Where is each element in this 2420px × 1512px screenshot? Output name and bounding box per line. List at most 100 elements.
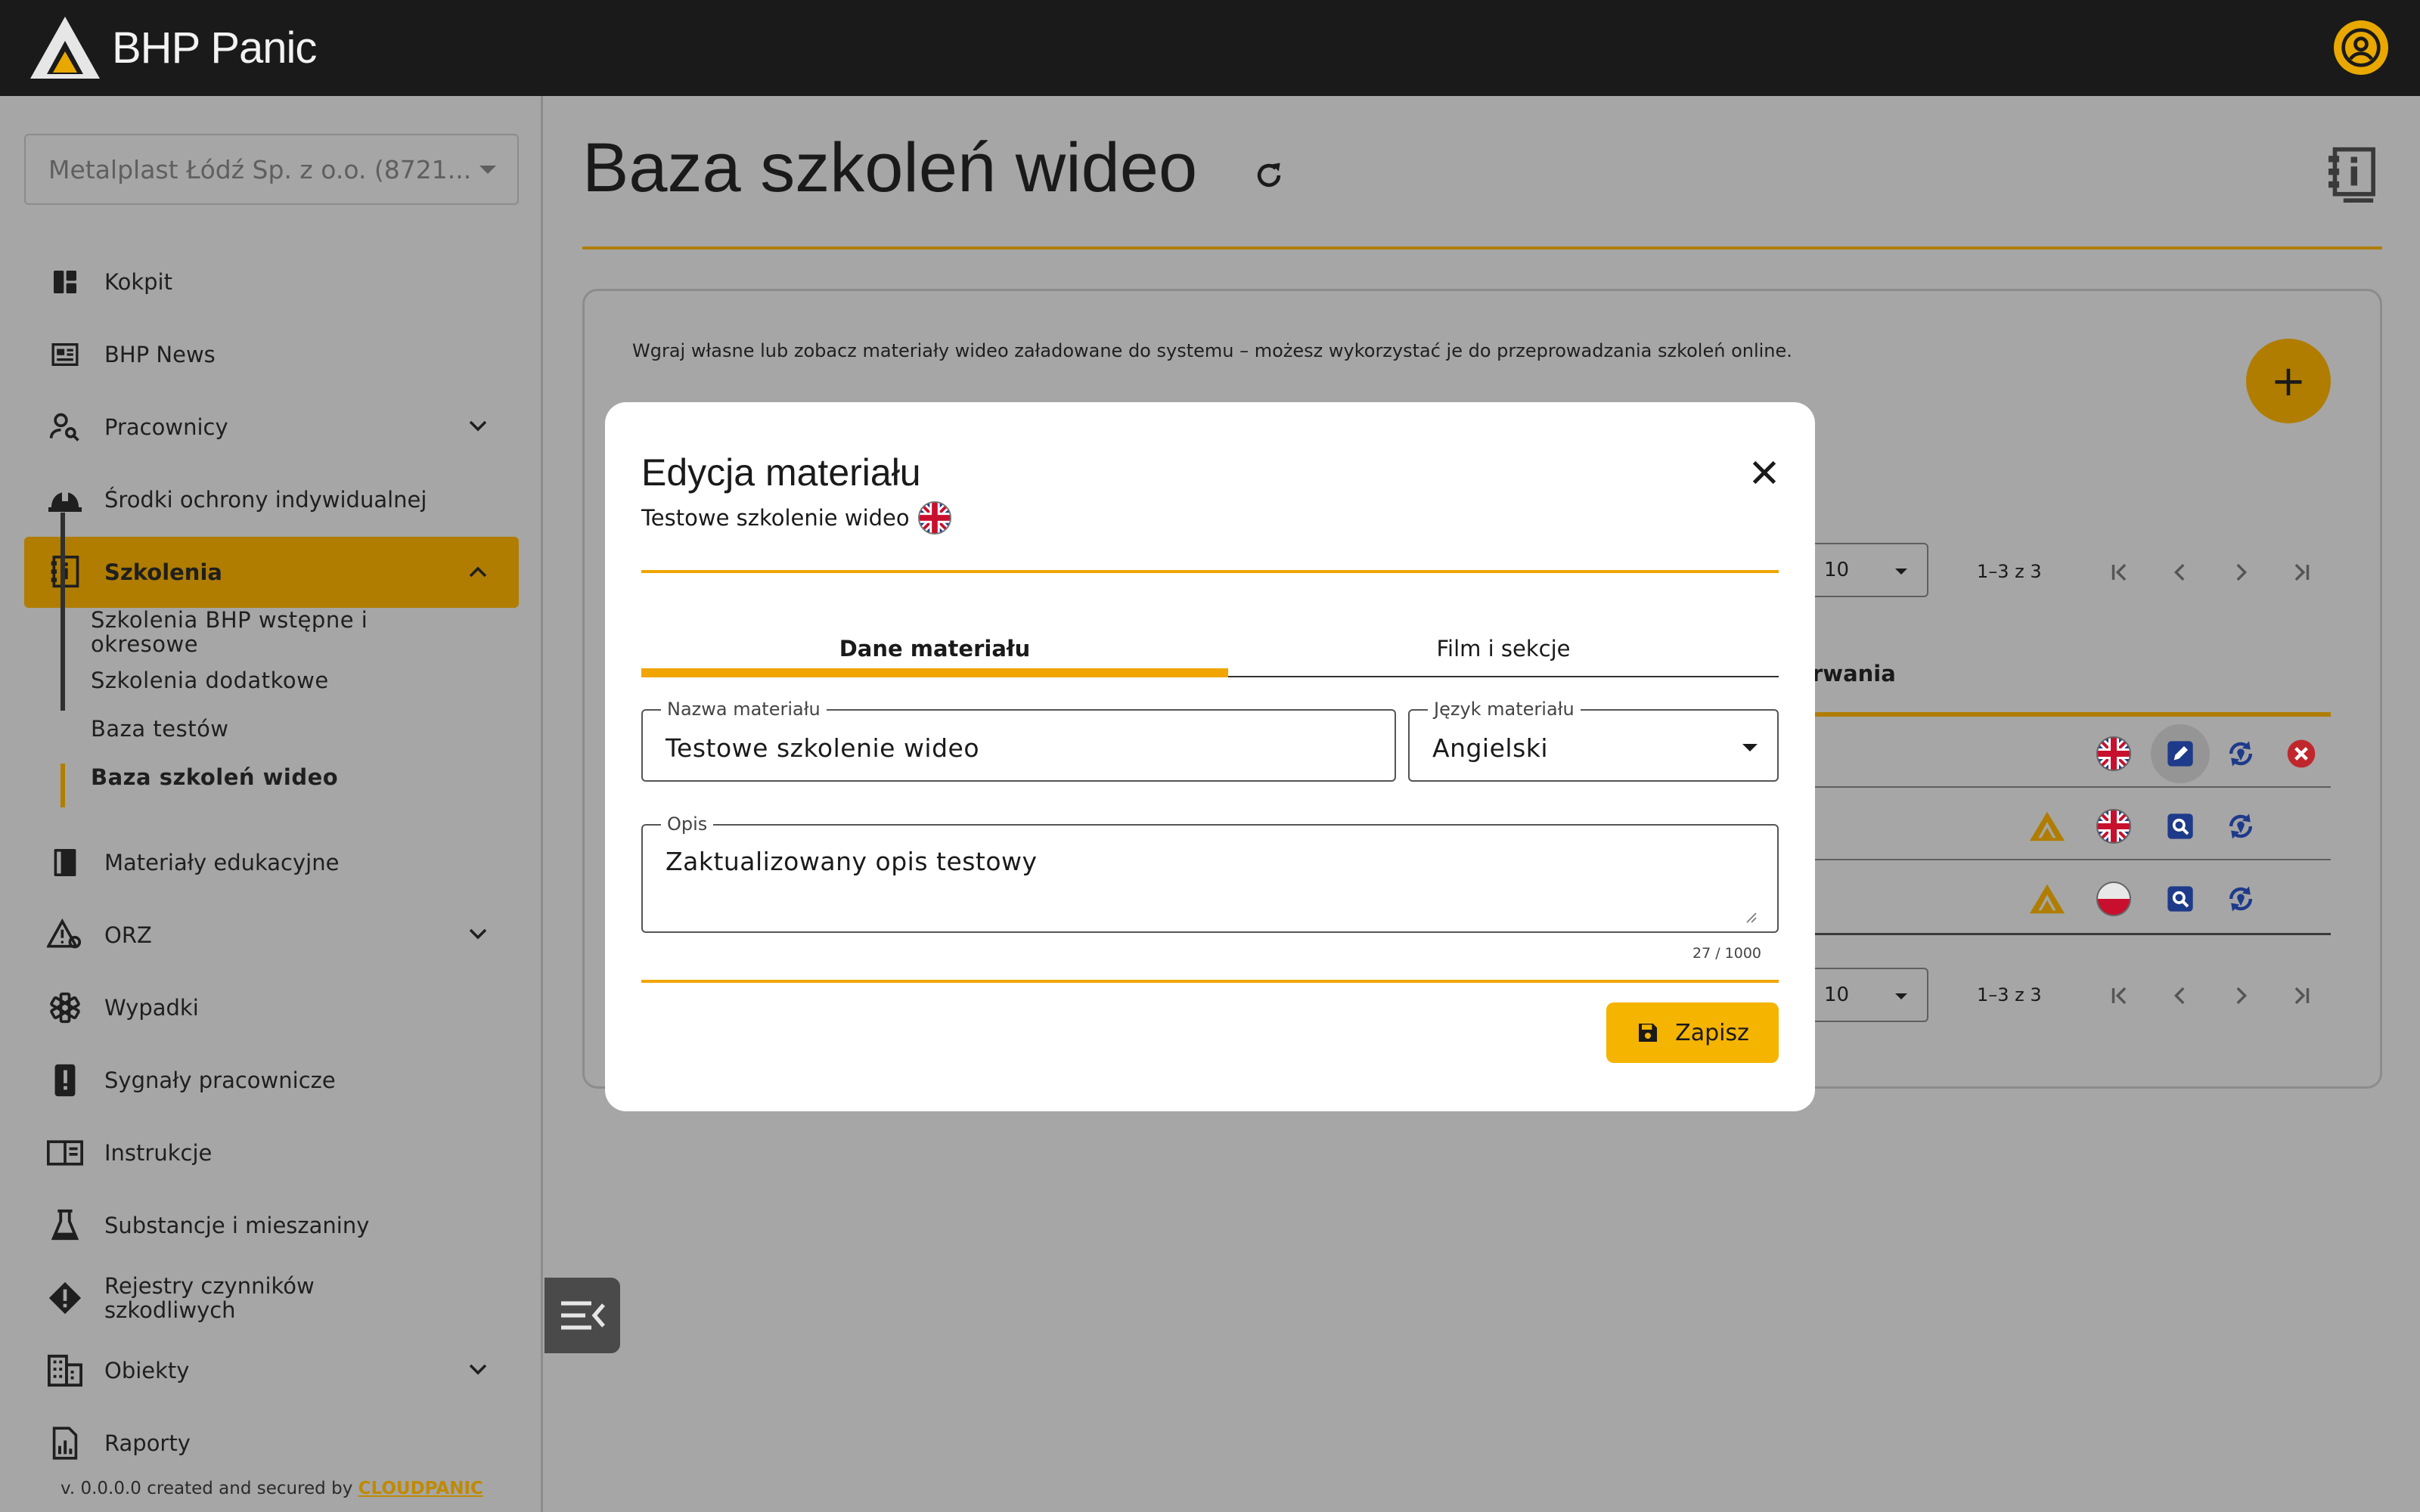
next-page-icon[interactable]: [2228, 559, 2254, 585]
helmet-icon: [45, 480, 85, 519]
subitem-baza-testow[interactable]: Baza testów: [91, 717, 229, 741]
sync-location-icon: [2229, 886, 2253, 912]
sidebar-item-raporty[interactable]: Raporty: [24, 1408, 519, 1479]
first-page-icon[interactable]: [2107, 559, 2133, 585]
sidebar-item-sygnaly[interactable]: Sygnały pracownicze: [24, 1045, 519, 1116]
sidebar-item-label: Obiekty: [104, 1358, 190, 1383]
preview-row-button[interactable]: [2160, 878, 2201, 919]
app-logo[interactable]: BHP Panic: [29, 15, 317, 80]
sidebar-item-obiekty[interactable]: Obiekty: [24, 1335, 519, 1406]
instructions-icon: [45, 1133, 85, 1173]
bhp-panic-logo-icon: [2027, 878, 2068, 919]
uk-flag-icon: [2093, 733, 2134, 774]
prev-page-icon[interactable]: [2167, 559, 2193, 585]
sidebar-item-label: BHP News: [104, 342, 216, 367]
dialog-footer-divider: [641, 980, 1779, 983]
user-account-button[interactable]: [2334, 20, 2388, 75]
uk-flag-icon: [2093, 806, 2134, 847]
sidebar-item-label: Raporty: [104, 1430, 191, 1456]
last-page-icon[interactable]: [2288, 983, 2314, 1009]
company-select[interactable]: Metalplast Łódź Sp. z o.o. (8721...: [24, 134, 519, 205]
material-language-value: Angielski: [1432, 733, 1549, 763]
title-divider: [582, 246, 2382, 249]
sidebar-item-wypadki[interactable]: Wypadki: [24, 972, 519, 1043]
flask-icon: [45, 1206, 85, 1245]
first-page-icon[interactable]: [2107, 983, 2133, 1009]
page-size-value: 10: [1824, 984, 1850, 1006]
delete-circle-icon: [2287, 739, 2316, 768]
material-name-label: Nazwa materiału: [661, 699, 827, 720]
top-bar: BHP Panic: [0, 0, 2420, 96]
subitem-baza-szkolen-wideo[interactable]: Baza szkoleń wideo: [91, 765, 338, 789]
description-textarea[interactable]: Zaktualizowany opis testowy: [666, 847, 1038, 876]
table-row-divider: [1812, 859, 2331, 860]
book-icon: [45, 843, 85, 882]
dashboard-icon: [45, 262, 85, 302]
sync-row-button[interactable]: [2220, 806, 2261, 847]
cloudpanic-link[interactable]: CLOUDPANIC: [358, 1479, 483, 1498]
table-bottom-divider: [1812, 933, 2331, 935]
preview-search-icon: [2167, 813, 2193, 839]
news-icon: [45, 335, 85, 374]
sync-location-icon: [2229, 741, 2253, 767]
sidebar-item-pracownicy[interactable]: Pracownicy: [24, 392, 519, 463]
add-material-button[interactable]: +: [2246, 339, 2331, 423]
description-field[interactable]: Opis Zaktualizowany opis testowy: [641, 813, 1779, 933]
sidebar-item-label: Materiały edukacyjne: [104, 850, 340, 875]
sidebar-item-materialy[interactable]: Materiały edukacyjne: [24, 827, 519, 898]
sidebar-item-orz[interactable]: ORZ: [24, 900, 519, 971]
last-page-icon[interactable]: [2288, 559, 2314, 585]
subitem-szkolenia-dodatkowe[interactable]: Szkolenia dodatkowe: [91, 668, 329, 692]
material-name-field[interactable]: Nazwa materiału Testowe szkolenie wideo: [641, 699, 1396, 782]
page-size-value: 10: [1824, 559, 1850, 581]
chevron-down-icon: [469, 928, 487, 940]
preview-row-button[interactable]: [2160, 806, 2201, 847]
footer-version: v. 0.0.0.0 created and secured by: [60, 1479, 358, 1498]
edit-icon: [2167, 741, 2193, 767]
sync-row-button[interactable]: [2220, 733, 2261, 774]
resize-handle-icon[interactable]: [1744, 910, 1758, 924]
refresh-icon[interactable]: [1252, 159, 1286, 192]
sync-location-icon: [2229, 813, 2253, 839]
delete-row-button[interactable]: [2281, 733, 2322, 774]
save-button[interactable]: Zapisz: [1606, 1002, 1779, 1063]
pl-flag-icon: [2093, 878, 2134, 919]
table-header-divider: [1812, 712, 2331, 717]
sidebar-item-kokpit[interactable]: Kokpit: [24, 246, 519, 318]
sidebar-item-substancje[interactable]: Substancje i mieszaniny: [24, 1190, 519, 1261]
material-language-select[interactable]: Język materiału Angielski: [1408, 699, 1779, 782]
sidebar-item-label: Substancje i mieszaniny: [104, 1213, 370, 1238]
chevron-down-icon: [469, 1364, 487, 1375]
sidebar-item-instrukcje[interactable]: Instrukcje: [24, 1117, 519, 1188]
active-tab-indicator: [641, 668, 1228, 677]
plus-icon: +: [2270, 356, 2307, 406]
sidebar-item-szkolenia[interactable]: Szkolenia: [24, 537, 519, 608]
chevron-down-icon: [479, 166, 496, 174]
user-search-icon: [45, 407, 85, 447]
sidebar-item-label: ORZ: [104, 922, 152, 948]
dialog-title: Edycja materiału: [641, 451, 921, 494]
description-label: Opis: [661, 813, 714, 835]
chevron-down-icon: [1742, 744, 1758, 751]
tab-film-i-sekcje[interactable]: Film i sekcje: [1228, 621, 1779, 676]
page-size-select-bottom[interactable]: 10: [1812, 968, 1928, 1022]
close-icon[interactable]: [1747, 455, 1782, 490]
page-size-select-top[interactable]: 10: [1812, 543, 1928, 597]
subitem-szkolenia-bhp[interactable]: Szkolenia BHP wstępne i okresowe: [91, 608, 393, 656]
risk-warning-icon: [45, 916, 85, 955]
sidebar-item-bhp-news[interactable]: BHP News: [24, 319, 519, 390]
edit-row-button[interactable]: [2151, 724, 2210, 783]
next-page-icon[interactable]: [2228, 983, 2254, 1009]
sidebar-item-rejestry[interactable]: Rejestry czynników szkodliwych: [24, 1263, 519, 1334]
material-name-input[interactable]: Testowe szkolenie wideo: [666, 733, 979, 763]
collapse-sidebar-button[interactable]: [544, 1278, 620, 1353]
prev-page-icon[interactable]: [2167, 983, 2193, 1009]
building-icon: [45, 1351, 85, 1390]
submenu-line: [60, 513, 65, 711]
help-book-icon[interactable]: [2326, 145, 2378, 203]
material-name-subtitle: Testowe szkolenie wideo: [641, 505, 910, 531]
sidebar-item-label: Sygnały pracownicze: [104, 1067, 336, 1093]
sync-row-button[interactable]: [2220, 878, 2261, 919]
sidebar-item-srodki-ochrony[interactable]: Środki ochrony indywidualnej: [24, 464, 519, 535]
sidebar-item-label: Pracownicy: [104, 414, 228, 440]
